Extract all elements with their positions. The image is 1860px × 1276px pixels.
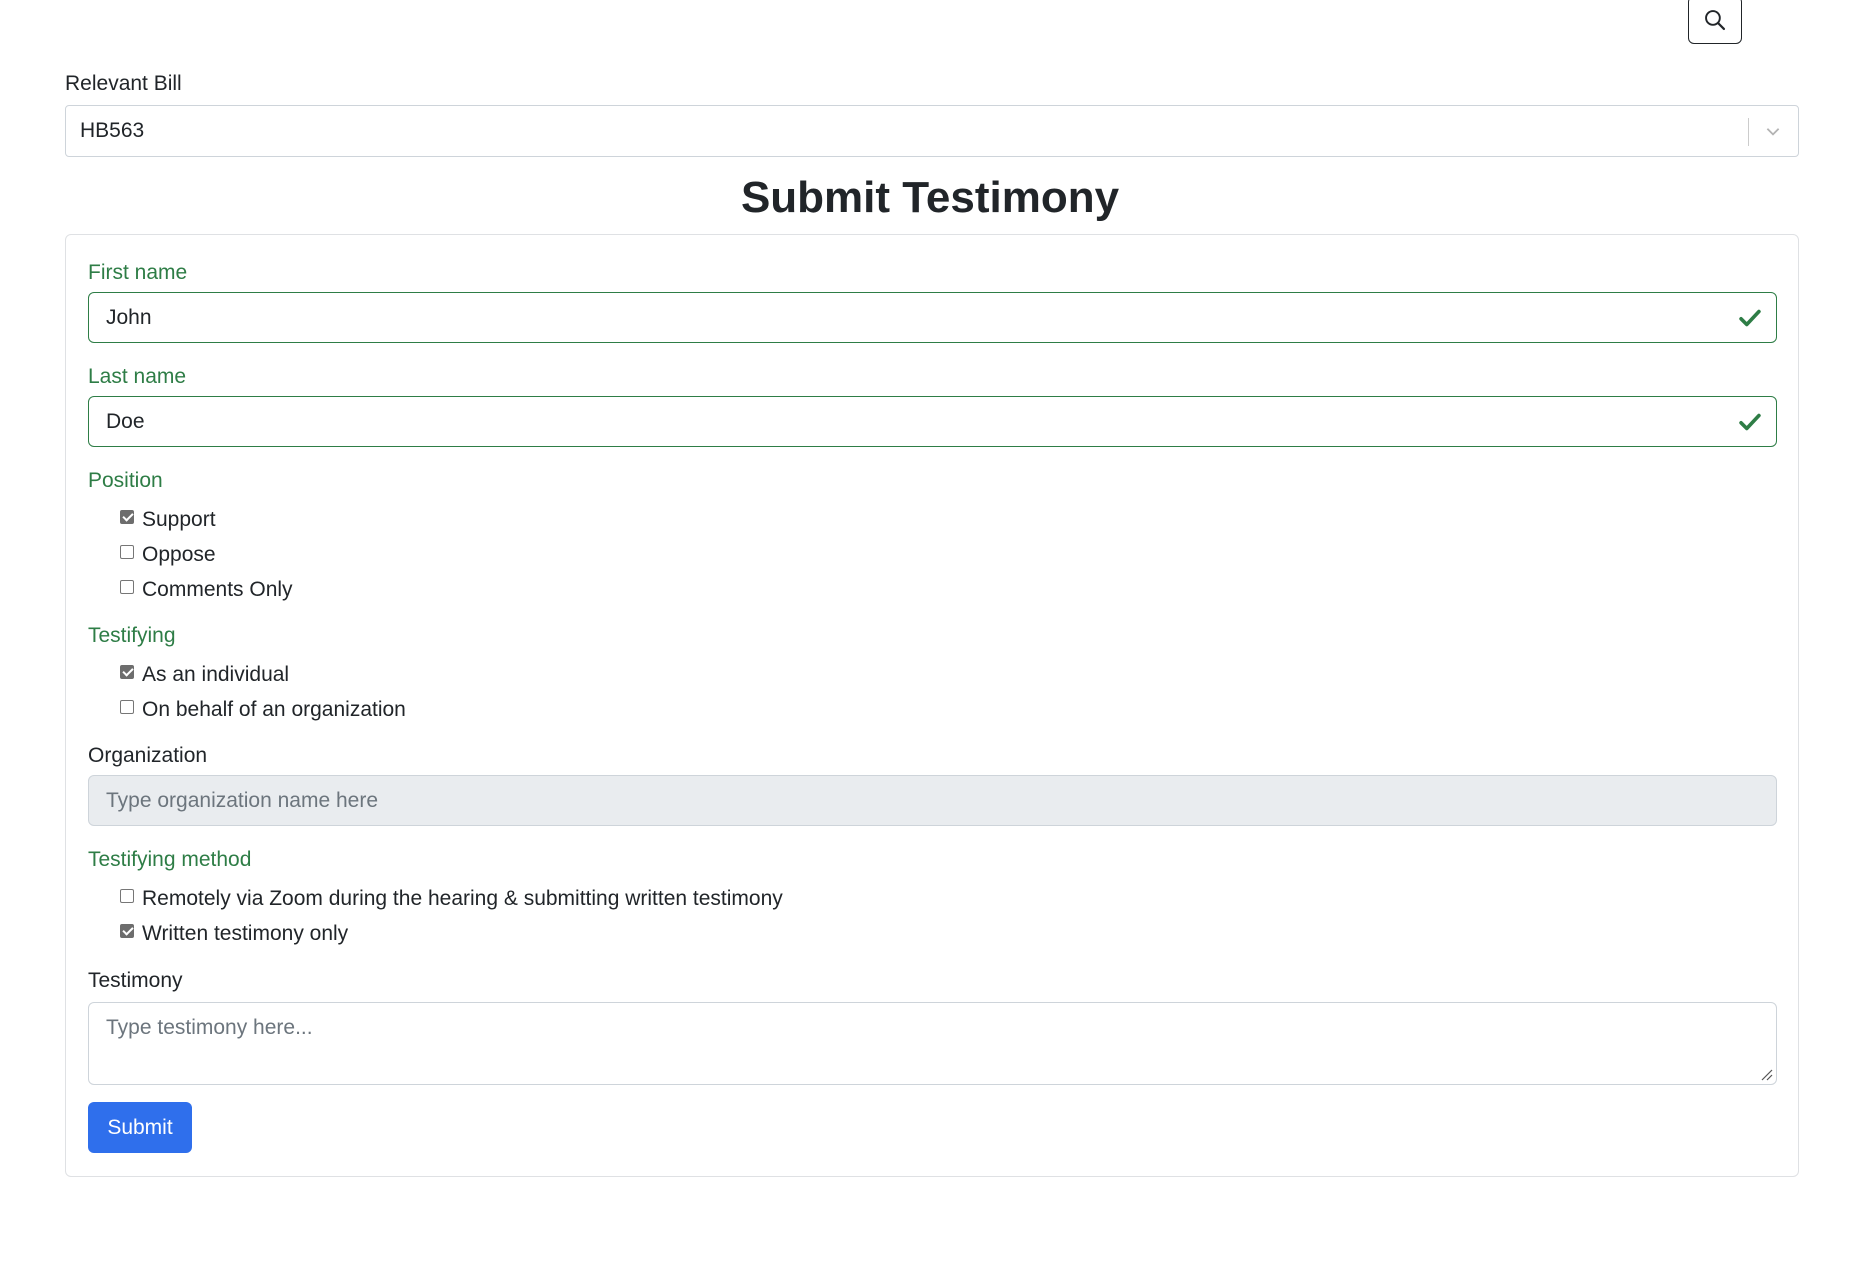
organization-input[interactable]: Type organization name here <box>88 775 1777 826</box>
first-name-value: John <box>106 305 152 329</box>
last-name-label: Last name <box>88 365 187 388</box>
position-option-oppose[interactable]: Oppose <box>120 537 1777 572</box>
relevant-bill-value: HB563 <box>80 119 145 142</box>
testimony-form: First name John Last name Doe Position S… <box>65 234 1799 1177</box>
page-title: Submit Testimony <box>740 173 1120 222</box>
chevron-down-icon[interactable] <box>1762 120 1784 142</box>
position-option-comments-only[interactable]: Comments Only <box>120 572 1777 607</box>
search-icon <box>1705 10 1726 31</box>
testifying-label: Testifying <box>88 624 176 647</box>
relevant-bill-select[interactable]: HB563 <box>65 105 1799 157</box>
first-name-group: First name John <box>88 260 1777 343</box>
option-label: As an individual <box>142 662 290 686</box>
checkbox-written[interactable] <box>120 923 134 938</box>
option-label: On behalf of an organization <box>142 697 406 721</box>
testimony-label: Testimony <box>88 969 183 992</box>
last-name-input[interactable]: Doe <box>88 396 1777 447</box>
resize-handle-icon[interactable] <box>1758 1066 1774 1082</box>
relevant-bill-label: Relevant Bill <box>65 72 182 95</box>
checkmark-icon <box>1739 413 1761 431</box>
testifying-option-organization[interactable]: On behalf of an organization <box>120 692 1777 727</box>
select-separator <box>1748 118 1749 146</box>
last-name-value: Doe <box>106 409 145 433</box>
checkbox-oppose[interactable] <box>120 544 134 559</box>
testimony-placeholder: Type testimony here... <box>106 1016 313 1039</box>
last-name-group: Last name Doe <box>88 364 1777 447</box>
testimony-group: Testimony Type testimony here... <box>88 968 1777 1085</box>
option-label: Support <box>142 507 216 531</box>
checkbox-zoom[interactable] <box>120 888 134 903</box>
search-button[interactable] <box>1688 0 1742 44</box>
method-option-written[interactable]: Written testimony only <box>120 916 1777 951</box>
option-label: Written testimony only <box>142 921 349 945</box>
option-label: Remotely via Zoom during the hearing & s… <box>142 886 783 910</box>
testifying-group: Testifying As an individual On behalf of… <box>88 623 1777 727</box>
testifying-method-label: Testifying method <box>88 848 252 871</box>
option-label: Comments Only <box>142 577 293 601</box>
checkbox-comments-only[interactable] <box>120 579 134 594</box>
first-name-input[interactable]: John <box>88 292 1777 343</box>
organization-label: Organization <box>88 744 208 767</box>
checkbox-support[interactable] <box>120 509 134 524</box>
checkbox-individual[interactable] <box>120 664 134 679</box>
position-group: Position Support Oppose Comments Only <box>88 468 1777 607</box>
position-label: Position <box>88 469 163 492</box>
testimony-textarea[interactable]: Type testimony here... <box>88 1002 1777 1085</box>
submit-button[interactable]: Submit <box>88 1102 192 1153</box>
method-option-zoom[interactable]: Remotely via Zoom during the hearing & s… <box>120 881 1777 916</box>
first-name-label: First name <box>88 261 188 284</box>
checkbox-organization[interactable] <box>120 699 134 714</box>
checkmark-icon <box>1739 309 1761 327</box>
relevant-bill-field: Relevant Bill HB563 <box>65 70 1799 157</box>
organization-placeholder: Type organization name here <box>106 788 379 812</box>
testifying-method-group: Testifying method Remotely via Zoom duri… <box>88 847 1777 951</box>
position-option-support[interactable]: Support <box>120 502 1777 537</box>
testifying-option-individual[interactable]: As an individual <box>120 657 1777 692</box>
organization-group: Organization Type organization name here <box>88 743 1777 826</box>
option-label: Oppose <box>142 542 216 566</box>
